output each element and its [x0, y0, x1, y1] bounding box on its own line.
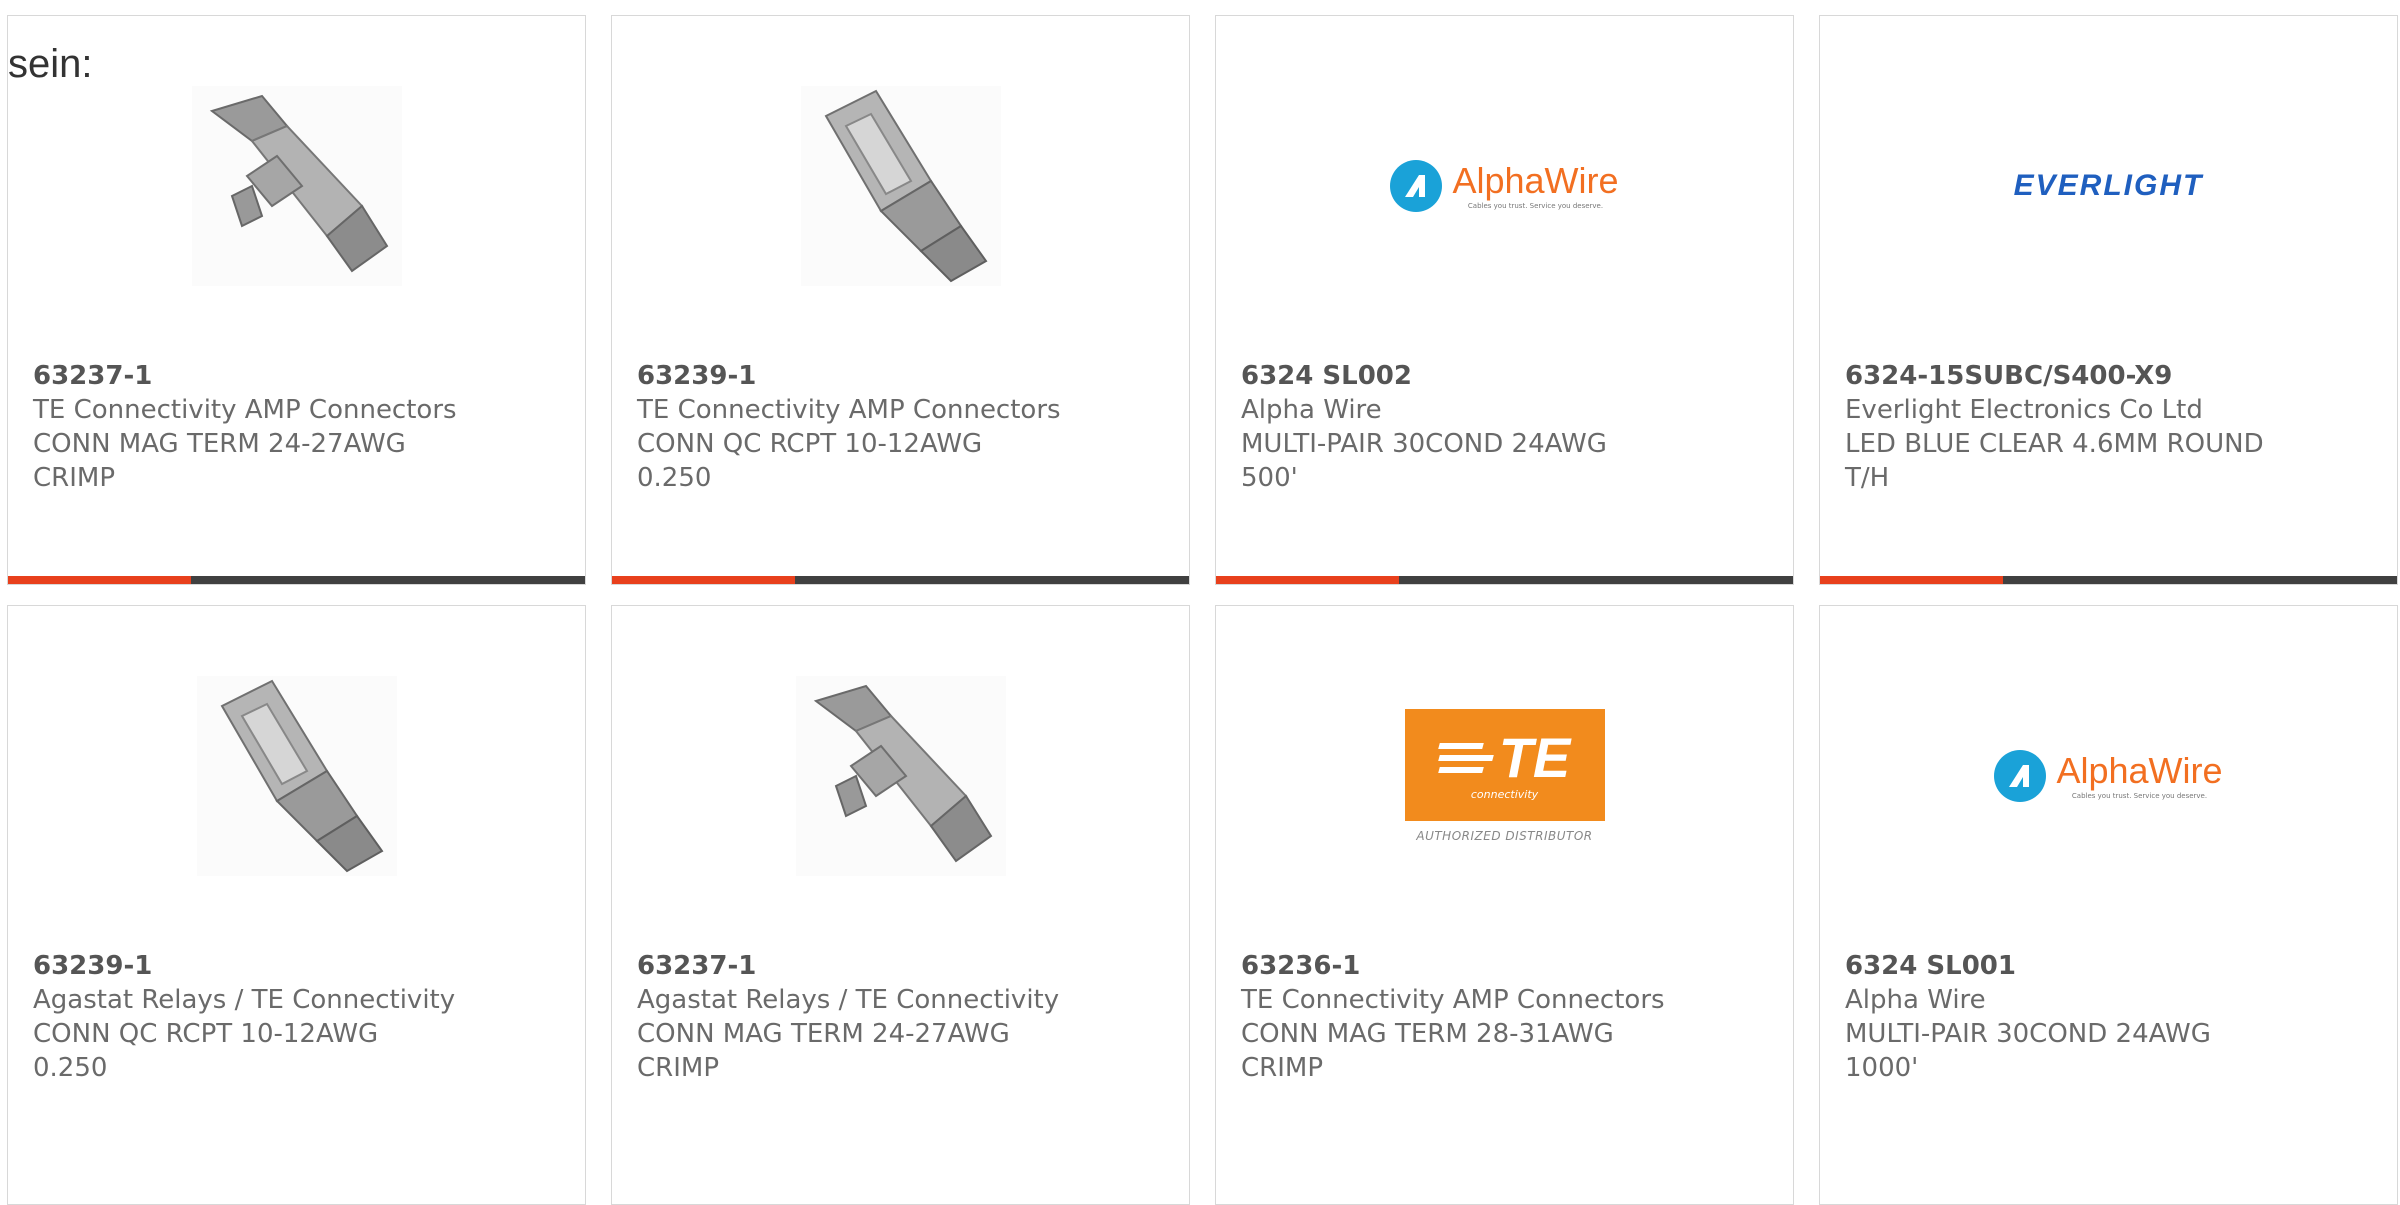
product-card[interactable]: EVERLIGHT 6324-15SUBC/S400-X9 Everlight …: [1819, 15, 2398, 585]
product-info: 63237-1 Agastat Relays / TE Connectivity…: [637, 949, 1059, 1085]
product-info: 63239-1 TE Connectivity AMP Connectors C…: [637, 359, 1061, 495]
part-number[interactable]: 63239-1: [33, 949, 455, 983]
product-image[interactable]: EVERLIGHT: [1820, 76, 2397, 296]
product-card[interactable]: 63239-1 TE Connectivity AMP Connectors C…: [611, 15, 1190, 585]
te-connectivity-logo: TE connectivity AUTHORIZED DISTRIBUTOR: [1404, 709, 1605, 843]
manufacturer: Alpha Wire: [1845, 985, 1986, 1015]
receptacle-photo-icon: [196, 676, 397, 876]
everlight-logo: EVERLIGHT: [2013, 169, 2204, 202]
te-sub: connectivity: [1470, 787, 1539, 801]
product-info: 63239-1 Agastat Relays / TE Connectivity…: [33, 949, 455, 1085]
manufacturer: Agastat Relays / TE Connectivity: [637, 985, 1060, 1015]
product-info: 6324-15SUBC/S400-X9 Everlight Electronic…: [1845, 359, 2265, 495]
card-bar: [8, 576, 585, 584]
description: CONN MAG TERM 24-27AWG CRIMP: [637, 1019, 1010, 1083]
page-heading: sein:: [8, 42, 93, 86]
part-number[interactable]: 6324 SL002: [1241, 359, 1661, 393]
description: LED BLUE CLEAR 4.6MM ROUND T/H: [1845, 429, 2264, 493]
part-number[interactable]: 63237-1: [637, 949, 1059, 983]
description: CONN QC RCPT 10-12AWG 0.250: [637, 429, 983, 493]
te-letters: TE: [1498, 725, 1571, 789]
product-info: 6324 SL001 Alpha Wire MULTI-PAIR 30COND …: [1845, 949, 2265, 1085]
card-bar: [1216, 576, 1793, 584]
alphawire-name: AlphaWire: [2056, 749, 2223, 791]
terminal-photo-icon: [795, 676, 1006, 876]
part-number[interactable]: 63239-1: [637, 359, 1061, 393]
card-bar-accent: [1216, 576, 1399, 584]
manufacturer: Agastat Relays / TE Connectivity: [33, 985, 456, 1015]
product-card[interactable]: 63239-1 Agastat Relays / TE Connectivity…: [7, 605, 586, 1205]
terminal-photo-icon: [191, 86, 402, 286]
manufacturer: TE Connectivity AMP Connectors: [637, 395, 1061, 425]
product-info: 63236-1 TE Connectivity AMP Connectors C…: [1241, 949, 1665, 1085]
product-image[interactable]: [8, 76, 585, 296]
card-bar: [612, 576, 1189, 584]
product-card[interactable]: AlphaWire Cables you trust. Service you …: [1215, 15, 1794, 585]
product-card[interactable]: 63237-1 Agastat Relays / TE Connectivity…: [611, 605, 1190, 1205]
product-image[interactable]: TE connectivity AUTHORIZED DISTRIBUTOR: [1216, 666, 1793, 886]
product-card[interactable]: TE connectivity AUTHORIZED DISTRIBUTOR 6…: [1215, 605, 1794, 1205]
product-image[interactable]: [612, 666, 1189, 886]
alphawire-name: AlphaWire: [1452, 159, 1619, 201]
part-number[interactable]: 6324 SL001: [1845, 949, 2265, 983]
card-bar-accent: [8, 576, 191, 584]
description: MULTI-PAIR 30COND 24AWG 1000': [1845, 1019, 2211, 1083]
alphawire-logo: AlphaWire Cables you trust. Service you …: [1994, 749, 2223, 802]
product-image[interactable]: [612, 76, 1189, 296]
alphawire-tagline: Cables you trust. Service you deserve.: [1467, 201, 1604, 210]
card-bar: [1820, 576, 2397, 584]
part-number[interactable]: 6324-15SUBC/S400-X9: [1845, 359, 2265, 393]
product-info: 6324 SL002 Alpha Wire MULTI-PAIR 30COND …: [1241, 359, 1661, 495]
product-image[interactable]: AlphaWire Cables you trust. Service you …: [1820, 666, 2397, 886]
manufacturer: Everlight Electronics Co Ltd: [1845, 395, 2203, 425]
alphawire-tagline: Cables you trust. Service you deserve.: [2071, 791, 2208, 800]
receptacle-photo-icon: [800, 86, 1001, 286]
alphawire-mark-icon: [1994, 750, 2047, 802]
part-number[interactable]: 63236-1: [1241, 949, 1665, 983]
card-bar-accent: [612, 576, 795, 584]
te-stripes-icon: [1437, 742, 1494, 773]
part-number[interactable]: 63237-1: [33, 359, 457, 393]
alphawire-logo: AlphaWire Cables you trust. Service you …: [1390, 159, 1619, 212]
manufacturer: TE Connectivity AMP Connectors: [33, 395, 457, 425]
product-card[interactable]: 63237-1 TE Connectivity AMP Connectors C…: [7, 15, 586, 585]
te-authorized: AUTHORIZED DISTRIBUTOR: [1416, 829, 1593, 843]
description: CONN MAG TERM 24-27AWG CRIMP: [33, 429, 406, 493]
product-info: 63237-1 TE Connectivity AMP Connectors C…: [33, 359, 457, 495]
manufacturer: Alpha Wire: [1241, 395, 1382, 425]
description: MULTI-PAIR 30COND 24AWG 500': [1241, 429, 1607, 493]
product-image[interactable]: [8, 666, 585, 886]
description: CONN QC RCPT 10-12AWG 0.250: [33, 1019, 379, 1083]
product-card[interactable]: AlphaWire Cables you trust. Service you …: [1819, 605, 2398, 1205]
description: CONN MAG TERM 28-31AWG CRIMP: [1241, 1019, 1614, 1083]
alphawire-mark-icon: [1390, 160, 1443, 212]
product-image[interactable]: AlphaWire Cables you trust. Service you …: [1216, 76, 1793, 296]
manufacturer: TE Connectivity AMP Connectors: [1241, 985, 1665, 1015]
card-bar-accent: [1820, 576, 2003, 584]
